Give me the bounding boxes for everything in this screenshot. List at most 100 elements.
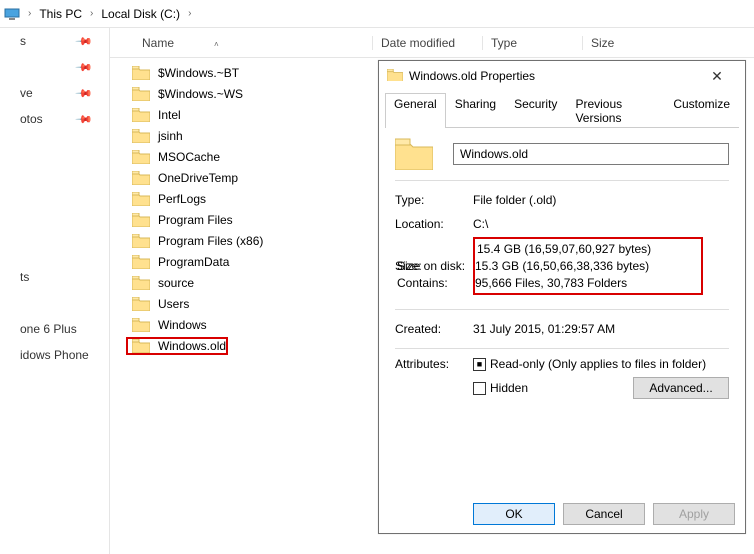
sidebar-item-label: one 6 Plus: [20, 322, 77, 336]
folder-icon: [132, 150, 150, 164]
sidebar-item[interactable]: 📌: [0, 54, 109, 80]
created-label: Created:: [395, 322, 473, 336]
folder-icon: [132, 297, 150, 311]
tab-general[interactable]: General: [385, 93, 446, 128]
file-name: Windows: [158, 318, 207, 332]
sidebar-item[interactable]: ve 📌: [0, 80, 109, 106]
sidebar-item-label: ts: [20, 270, 29, 284]
tab-sharing[interactable]: Sharing: [446, 93, 505, 128]
tab-security[interactable]: Security: [505, 93, 566, 128]
breadcrumb-drive[interactable]: Local Disk (C:): [99, 5, 182, 23]
size-value: 15.4 GB (16,59,07,60,927 bytes): [477, 242, 699, 256]
chevron-right-icon[interactable]: ›: [24, 8, 35, 19]
checkbox-icon: [473, 382, 486, 395]
location-value: C:\: [473, 217, 488, 231]
folder-icon: [132, 318, 150, 332]
sidebar-item[interactable]: one 6 Plus: [0, 316, 109, 342]
file-name: source: [158, 276, 194, 290]
breadcrumb-this-pc[interactable]: This PC: [37, 5, 84, 23]
chevron-right-icon[interactable]: ›: [86, 8, 97, 19]
sidebar-item[interactable]: [0, 132, 109, 158]
type-label: Type:: [395, 193, 473, 207]
dialog-titlebar[interactable]: Windows.old Properties ✕: [379, 61, 745, 91]
sidebar-item[interactable]: idows Phone: [0, 342, 109, 368]
dialog-title: Windows.old Properties: [409, 69, 697, 83]
sidebar-item[interactable]: ts: [0, 264, 109, 290]
folder-icon: [132, 339, 150, 353]
highlighted-size-block: 15.4 GB (16,59,07,60,927 bytes) Size on …: [473, 237, 703, 295]
folder-name-input[interactable]: [453, 143, 729, 165]
advanced-button[interactable]: Advanced...: [633, 377, 729, 399]
column-header-label: Name: [142, 36, 174, 50]
pin-icon: 📌: [75, 84, 94, 103]
sidebar-item[interactable]: [0, 158, 109, 184]
sidebar-item[interactable]: otos 📌: [0, 106, 109, 132]
column-headers: Name ˄ Date modified Type Size: [110, 28, 754, 58]
readonly-label: Read-only (Only applies to files in fold…: [490, 357, 706, 371]
apply-button[interactable]: Apply: [653, 503, 735, 525]
column-header-date[interactable]: Date modified: [372, 36, 482, 50]
file-name: $Windows.~WS: [158, 87, 243, 101]
folder-icon: [132, 87, 150, 101]
file-name: Users: [158, 297, 189, 311]
tab-previous-versions[interactable]: Previous Versions: [566, 93, 664, 128]
contains-label: Contains:: [397, 276, 475, 290]
cancel-button[interactable]: Cancel: [563, 503, 645, 525]
hidden-checkbox[interactable]: Hidden: [473, 381, 528, 395]
file-name: PerfLogs: [158, 192, 206, 206]
pc-icon: [4, 6, 20, 22]
sidebar-item-label: otos: [20, 112, 43, 126]
tab-customize[interactable]: Customize: [664, 93, 739, 128]
folder-large-icon: [395, 138, 433, 170]
pin-icon: 📌: [75, 32, 94, 51]
folder-icon: [387, 69, 403, 83]
dialog-body: Type:File folder (.old) Location:C:\ Siz…: [379, 128, 745, 405]
column-header-name[interactable]: Name ˄: [110, 36, 370, 50]
breadcrumb: › This PC › Local Disk (C:) ›: [0, 0, 754, 28]
folder-icon: [132, 129, 150, 143]
folder-icon: [132, 171, 150, 185]
ok-button[interactable]: OK: [473, 503, 555, 525]
close-button[interactable]: ✕: [697, 68, 737, 85]
file-name: Program Files: [158, 213, 233, 227]
attributes-label: Attributes:: [395, 357, 473, 371]
file-name: jsinh: [158, 129, 183, 143]
sort-ascending-icon: ˄: [214, 40, 219, 49]
tab-bar: General Sharing Security Previous Versio…: [385, 93, 739, 128]
location-label: Location:: [395, 217, 473, 231]
sizeondisk-value: 15.3 GB (16,50,66,38,336 bytes): [475, 259, 649, 273]
contains-value: 95,666 Files, 30,783 Folders: [475, 276, 627, 290]
chevron-right-icon[interactable]: ›: [184, 8, 195, 19]
file-name: Program Files (x86): [158, 234, 263, 248]
hidden-label: Hidden: [490, 381, 528, 395]
pin-icon: 📌: [75, 58, 94, 77]
folder-icon: [132, 255, 150, 269]
column-header-size[interactable]: Size: [582, 36, 662, 50]
checkbox-icon: ■: [473, 358, 486, 371]
folder-icon: [132, 108, 150, 122]
file-name: $Windows.~BT: [158, 66, 239, 80]
readonly-checkbox[interactable]: ■ Read-only (Only applies to files in fol…: [473, 357, 729, 371]
file-name: Windows.old: [158, 339, 226, 353]
created-value: 31 July 2015, 01:29:57 AM: [473, 322, 615, 336]
sidebar: s📌 📌 ve📌 otos📌 ts one 6 Plus idows Phone: [0, 28, 110, 554]
properties-dialog: Windows.old Properties ✕ General Sharing…: [378, 60, 746, 534]
sidebar-item[interactable]: s📌: [0, 28, 109, 54]
file-name: ProgramData: [158, 255, 229, 269]
folder-icon: [132, 66, 150, 80]
folder-icon: [132, 213, 150, 227]
folder-icon: [132, 276, 150, 290]
folder-icon: [132, 192, 150, 206]
sidebar-item-label: ve: [20, 86, 33, 100]
dialog-buttons: OK Cancel Apply: [473, 503, 735, 525]
file-name: OneDriveTemp: [158, 171, 238, 185]
pin-icon: 📌: [75, 110, 94, 129]
sidebar-item-label: s: [20, 34, 26, 48]
sidebar-item[interactable]: [0, 290, 109, 316]
sidebar-item-label: idows Phone: [20, 348, 89, 362]
column-header-type[interactable]: Type: [482, 36, 582, 50]
sizeondisk-label: Size on disk:: [397, 259, 475, 273]
type-value: File folder (.old): [473, 193, 556, 207]
folder-icon: [132, 234, 150, 248]
file-name: Intel: [158, 108, 181, 122]
